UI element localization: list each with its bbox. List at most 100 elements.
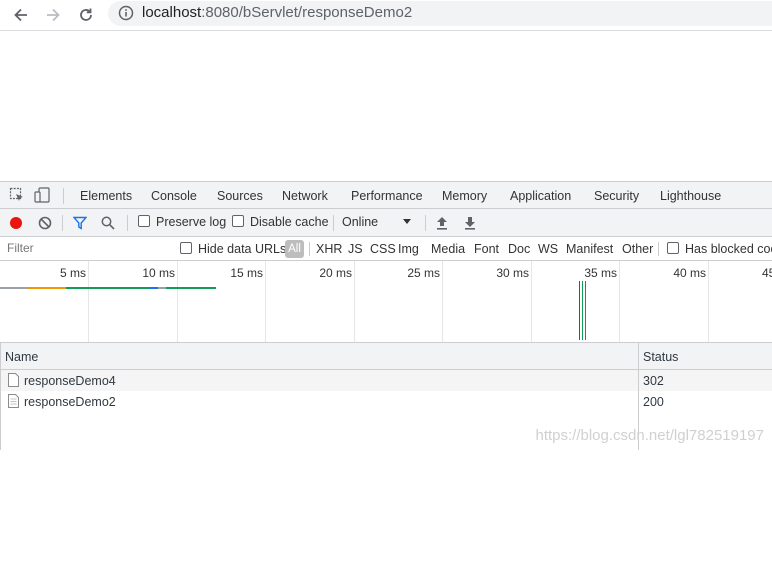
filter-type-doc[interactable]: Doc: [508, 242, 530, 256]
hide-data-urls-label: Hide data URLs: [198, 242, 287, 256]
timeline-tick: 45: [762, 266, 772, 280]
inspect-element-icon[interactable]: [9, 187, 25, 203]
timeline-gridline: [531, 261, 532, 342]
tab-bar-divider: [63, 188, 64, 204]
tab-sources[interactable]: Sources: [217, 182, 263, 209]
toolbar-divider: [62, 215, 63, 231]
timeline-tick: 10 ms: [142, 266, 175, 280]
checkbox-box: [180, 242, 192, 254]
filter-type-manifest[interactable]: Manifest: [566, 242, 613, 256]
devtools-tab-bar: Elements Console Sources Network Perform…: [0, 181, 772, 211]
checkbox-box: [232, 215, 244, 227]
filter-type-ws[interactable]: WS: [538, 242, 558, 256]
timeline-gridline: [177, 261, 178, 342]
toolbar-divider: [425, 215, 426, 231]
clear-icon[interactable]: [38, 216, 52, 230]
table-row[interactable]: responseDemo4 302: [0, 370, 772, 391]
filter-divider: [658, 242, 659, 256]
request-status: 200: [643, 395, 664, 409]
network-request-table: Name Status responseDemo4 302 responseDe…: [0, 343, 772, 450]
upload-icon[interactable]: [436, 216, 448, 230]
table-row[interactable]: [0, 550, 772, 571]
timeline-gridline: [265, 261, 266, 342]
column-header-name[interactable]: Name: [5, 350, 38, 364]
throttling-value: Online: [342, 215, 379, 229]
filter-type-other[interactable]: Other: [622, 242, 653, 256]
request-name: responseDemo4: [24, 374, 116, 388]
filter-type-font[interactable]: Font: [474, 242, 499, 256]
network-filter-bar: Filter Hide data URLs All XHR JS CSS Img…: [0, 237, 772, 261]
arrow-right-icon: [47, 8, 60, 22]
tab-elements[interactable]: Elements: [80, 182, 132, 209]
filter-divider: [309, 242, 310, 256]
devtools-panel: Elements Console Sources Network Perform…: [0, 181, 772, 450]
request-name: responseDemo2: [24, 395, 116, 409]
timeline-tick: 35 ms: [584, 266, 617, 280]
url-host: localhost: [142, 4, 202, 21]
tab-network[interactable]: Network: [271, 182, 339, 211]
table-row[interactable]: responseDemo2 200: [0, 391, 772, 412]
timeline-gridline: [619, 261, 620, 342]
address-bar[interactable]: localhost:8080/bServlet/responseDemo2: [108, 1, 772, 26]
network-overview-timeline[interactable]: 5 ms 10 ms 15 ms 20 ms 25 ms 30 ms 35 ms…: [0, 261, 772, 343]
record-icon[interactable]: [9, 216, 23, 230]
finish-line: [585, 281, 586, 340]
tab-console[interactable]: Console: [151, 182, 197, 209]
timeline-download-bar: [166, 287, 216, 289]
timeline-stalled-bar: [158, 287, 166, 289]
filter-type-media[interactable]: Media: [431, 242, 465, 256]
throttling-select[interactable]: Online: [342, 215, 414, 229]
table-left-border: [0, 343, 1, 450]
filter-type-css[interactable]: CSS: [370, 242, 396, 256]
hide-data-urls-checkbox[interactable]: Hide data URLs: [180, 242, 286, 256]
load-event-line: [579, 281, 580, 340]
table-header: Name Status: [0, 343, 772, 370]
tab-application[interactable]: Application: [510, 182, 571, 209]
document-icon: [8, 373, 19, 387]
tab-security[interactable]: Security: [594, 182, 639, 209]
url-path: :8080/bServlet/responseDemo2: [201, 4, 413, 21]
has-blocked-cookies-checkbox[interactable]: Has blocked coo: [667, 242, 772, 256]
timeline-waiting-bar: [28, 287, 66, 289]
timeline-gridline: [442, 261, 443, 342]
filter-type-xhr[interactable]: XHR: [316, 242, 342, 256]
timeline-gridline: [354, 261, 355, 342]
dropdown-arrow-icon: [403, 219, 411, 224]
url-text[interactable]: localhost:8080/bServlet/responseDemo2: [142, 4, 412, 21]
watermark-text: https://blog.csdn.net/lgl782519197: [535, 427, 764, 444]
tab-memory[interactable]: Memory: [442, 182, 487, 209]
forward-button[interactable]: [42, 4, 64, 26]
back-button[interactable]: [10, 4, 32, 26]
network-toolbar: Preserve log Disable cache Online: [0, 209, 772, 237]
disable-cache-checkbox[interactable]: Disable cache: [232, 215, 329, 229]
timeline-tick: 25 ms: [407, 266, 440, 280]
filter-type-img[interactable]: Img: [398, 242, 419, 256]
info-icon[interactable]: [118, 5, 134, 21]
reload-button[interactable]: [75, 4, 97, 26]
search-icon[interactable]: [101, 216, 115, 230]
timeline-tick: 30 ms: [496, 266, 529, 280]
timeline-gridline: [88, 261, 89, 342]
disable-cache-label: Disable cache: [250, 215, 329, 229]
timeline-gridline: [708, 261, 709, 342]
checkbox-box: [138, 215, 150, 227]
filter-input[interactable]: Filter: [1, 239, 166, 258]
page-viewport: [0, 31, 772, 181]
toolbar-divider: [127, 215, 128, 231]
preserve-log-checkbox[interactable]: Preserve log: [138, 215, 226, 229]
filter-type-all[interactable]: All: [285, 240, 304, 258]
tab-lighthouse[interactable]: Lighthouse: [660, 182, 721, 209]
timeline-tick: 5 ms: [59, 266, 86, 280]
document-icon: [8, 394, 19, 408]
filter-icon[interactable]: [73, 216, 87, 230]
timeline-download-bar: [66, 287, 150, 289]
filter-type-js[interactable]: JS: [348, 242, 363, 256]
preserve-log-label: Preserve log: [156, 215, 227, 229]
column-header-status[interactable]: Status: [643, 350, 678, 364]
reload-icon: [80, 8, 92, 21]
download-icon[interactable]: [464, 216, 476, 230]
toolbar-divider: [333, 215, 334, 231]
device-toolbar-icon[interactable]: [34, 187, 52, 203]
timeline-tick: 40 ms: [673, 266, 706, 280]
tab-performance[interactable]: Performance: [351, 182, 423, 209]
